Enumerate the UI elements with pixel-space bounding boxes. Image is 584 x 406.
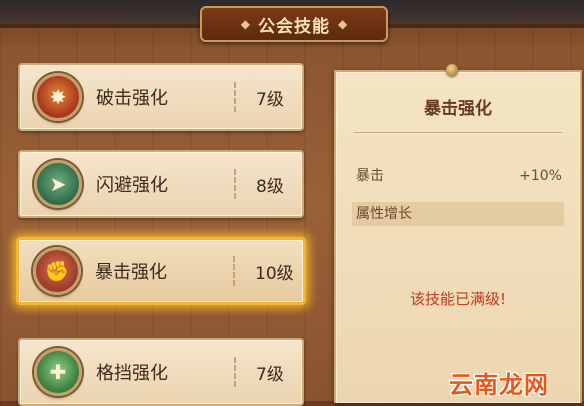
stat-value: +10% (519, 168, 562, 184)
skill-name: 破击强化 (96, 88, 168, 109)
divider (234, 169, 236, 199)
detail-title: 暴击强化 (424, 99, 492, 119)
skill-level: 7级 (256, 364, 284, 385)
page-title: 公会技能 (258, 16, 330, 37)
divider (354, 132, 562, 133)
stat-label: 暴击 (356, 168, 384, 184)
pin-icon (446, 64, 458, 76)
stat-row-crit: 暴击 +10% (352, 164, 564, 188)
skill-level: 8级 (256, 176, 284, 197)
skill-card-crit[interactable]: ✊ 暴击强化 10级 (16, 237, 306, 305)
dodge-figure-icon: ➤ (34, 160, 82, 208)
skill-card-dodge[interactable]: ➤ 闪避强化 8级 (18, 150, 304, 218)
skill-name: 暴击强化 (95, 262, 167, 283)
shield-block-icon: ✚ (34, 348, 82, 396)
skill-detail-panel: 暴击强化 暴击 +10% 属性增长 该技能已满级! (334, 70, 582, 403)
skill-level: 10级 (255, 263, 294, 284)
skill-card-crit-break[interactable]: ✸ 破击强化 7级 (18, 63, 304, 131)
banner-deco-right-icon: ◆ (338, 17, 348, 31)
stat-row-growth: 属性增长 (352, 202, 564, 226)
fist-icon: ✊ (33, 247, 81, 295)
skill-level: 7级 (256, 89, 284, 110)
watermark-logo: 云南龙网 (449, 371, 549, 399)
growth-label: 属性增长 (356, 206, 412, 222)
title-banner: ◆ 公会技能 ◆ (200, 6, 388, 42)
banner-deco-left-icon: ◆ (240, 17, 250, 31)
chevron-down-icon[interactable] (148, 382, 170, 403)
divider (233, 256, 235, 286)
burst-strike-icon: ✸ (34, 73, 82, 121)
maxed-message: 该技能已满级! (409, 290, 506, 308)
divider (234, 82, 236, 112)
skill-name: 闪避强化 (96, 175, 168, 196)
divider (234, 357, 236, 387)
